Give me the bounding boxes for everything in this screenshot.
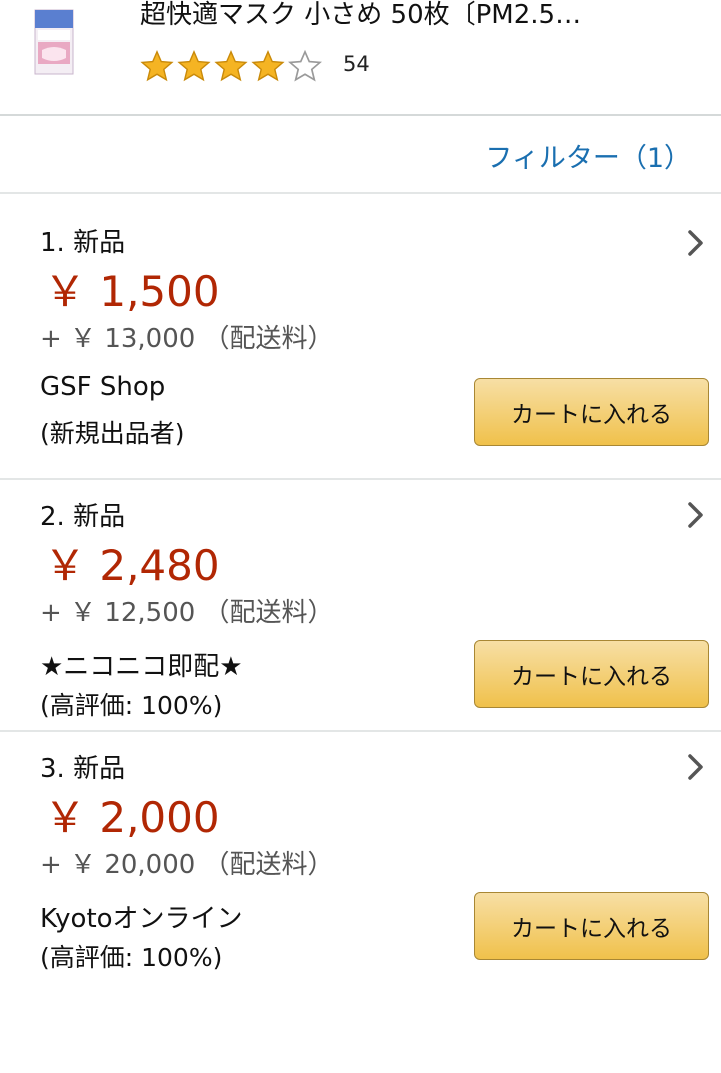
chevron-right-icon[interactable] (685, 752, 707, 782)
add-to-cart-button[interactable]: カートに入れる (474, 892, 709, 960)
chevron-right-icon[interactable] (685, 500, 707, 530)
filter-link[interactable]: フィルター（1） (485, 136, 691, 175)
star-filled-icon (251, 50, 285, 82)
rating-count[interactable]: 54 (343, 52, 370, 76)
star-filled-icon (214, 50, 248, 82)
product-title[interactable]: 超快適マスク 小さめ 50枚〔PM2.5… (140, 0, 581, 31)
offer-price: ￥ 2,000 (44, 793, 220, 842)
product-header: 超快適マスク 小さめ 50枚〔PM2.5… 54 (0, 0, 721, 116)
offer-condition: 2. 新品 (40, 502, 126, 532)
add-to-cart-button[interactable]: カートに入れる (474, 378, 709, 446)
offer-item[interactable]: 2. 新品 ￥ 2,480 + ￥ 12,500 （配送料） ★ニコニコ即配★ … (0, 480, 721, 732)
seller-name[interactable]: GSF Shop (40, 372, 165, 402)
seller-rating: (新規出品者) (40, 419, 185, 448)
seller-rating: (高評価: 100%) (40, 943, 223, 972)
seller-name[interactable]: Kyotoオンライン (40, 898, 243, 935)
seller-name[interactable]: ★ニコニコ即配★ (40, 646, 243, 683)
offer-shipping: + ￥ 12,500 （配送料） (40, 598, 334, 628)
add-to-cart-button[interactable]: カートに入れる (474, 640, 709, 708)
offer-item[interactable]: 1. 新品 ￥ 1,500 + ￥ 13,000 （配送料） GSF Shop … (0, 194, 721, 480)
offer-shipping: + ￥ 13,000 （配送料） (40, 324, 334, 354)
filter-bar: フィルター（1） (0, 116, 721, 194)
offer-shipping: + ￥ 20,000 （配送料） (40, 850, 334, 880)
star-rating (140, 49, 322, 83)
offer-item[interactable]: 3. 新品 ￥ 2,000 + ￥ 20,000 （配送料） Kyotoオンライ… (0, 732, 721, 992)
offer-condition: 3. 新品 (40, 754, 126, 784)
offer-price: ￥ 1,500 (44, 267, 220, 316)
star-empty-icon (288, 49, 322, 82)
product-thumbnail[interactable] (34, 6, 74, 76)
offer-price: ￥ 2,480 (44, 541, 220, 590)
star-filled-icon (177, 50, 211, 82)
star-filled-icon (140, 50, 174, 82)
chevron-right-icon[interactable] (685, 228, 707, 258)
offer-condition: 1. 新品 (40, 228, 126, 258)
seller-rating: (高評価: 100%) (40, 691, 223, 720)
